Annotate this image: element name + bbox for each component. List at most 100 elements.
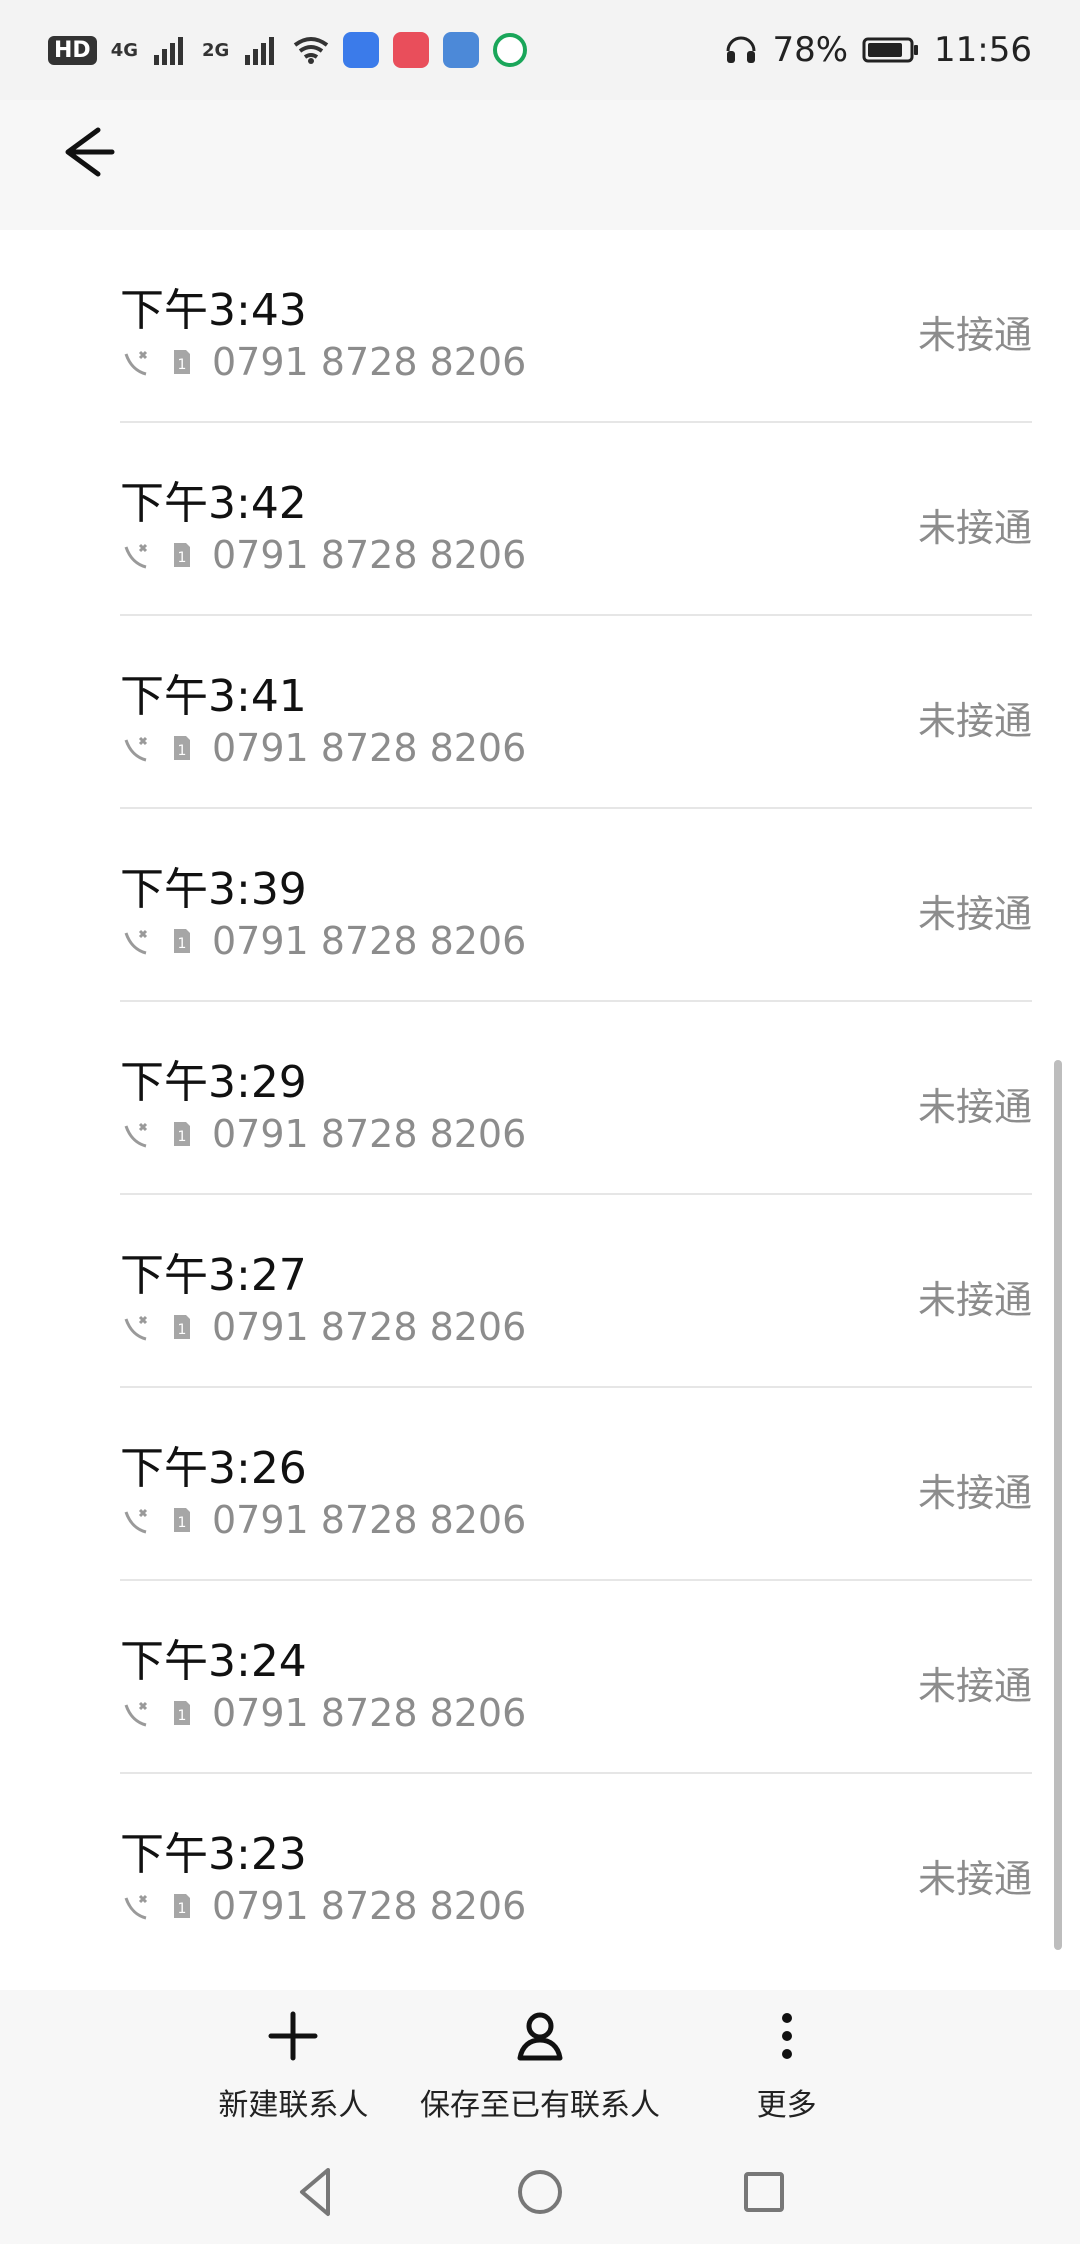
call-log-row[interactable]: 下午3:29 1 0791 8728 8206 未接通 xyxy=(120,1002,1032,1195)
app-notification-icon-3 xyxy=(443,32,480,68)
call-log-row[interactable]: 下午3:23 1 0791 8728 8206 未接通 xyxy=(120,1774,1032,1967)
call-log-list: 下午3:43 1 0791 8728 8206 未接通 下午3:42 1 079… xyxy=(0,230,1080,1967)
call-number: 0791 8728 8206 xyxy=(212,1305,527,1349)
call-time: 下午3:24 xyxy=(120,1636,307,1687)
network-4g-label: 4G xyxy=(110,39,138,61)
call-log-row[interactable]: 下午3:42 1 0791 8728 8206 未接通 xyxy=(120,423,1032,616)
call-status: 未接通 xyxy=(917,1857,1032,1901)
square-recent-icon[interactable] xyxy=(732,2160,796,2224)
svg-text:1: 1 xyxy=(178,357,187,373)
missed-call-icon xyxy=(124,929,148,955)
signal-bars-2-icon xyxy=(245,37,275,65)
missed-call-icon xyxy=(124,1894,148,1920)
sim-1-icon: 1 xyxy=(174,1122,190,1146)
svg-text:1: 1 xyxy=(178,1129,187,1145)
call-meta: 1 0791 8728 8206 xyxy=(120,340,526,384)
triangle-back-icon[interactable] xyxy=(284,2160,348,2224)
missed-call-icon xyxy=(124,1508,148,1534)
call-log-row[interactable]: 下午3:43 1 0791 8728 8206 未接通 xyxy=(120,230,1032,423)
call-time: 下午3:29 xyxy=(120,1057,307,1108)
call-time: 下午3:23 xyxy=(120,1829,307,1880)
sim-1-icon: 1 xyxy=(174,1701,190,1725)
sim-1-icon: 1 xyxy=(174,1508,190,1532)
call-status: 未接通 xyxy=(917,1085,1032,1129)
svg-text:1: 1 xyxy=(178,550,187,566)
call-meta: 1 0791 8728 8206 xyxy=(120,919,526,963)
call-number: 0791 8728 8206 xyxy=(212,1498,527,1542)
call-status: 未接通 xyxy=(917,506,1032,550)
more-button[interactable]: 更多 xyxy=(663,1990,910,2140)
svg-text:1: 1 xyxy=(178,743,187,759)
call-number: 0791 8728 8206 xyxy=(212,1691,527,1735)
save-to-existing-contact-button[interactable]: 保存至已有联系人 xyxy=(417,1990,664,2140)
headset-icon xyxy=(726,36,756,63)
arrow-left-icon[interactable] xyxy=(50,116,122,188)
sim-1-icon: 1 xyxy=(174,1894,190,1918)
circle-home-icon[interactable] xyxy=(508,2160,572,2224)
top-app-bar xyxy=(0,100,1080,230)
bottom-action-bar: 新建联系人 保存至已有联系人 更多 xyxy=(0,1990,1080,2140)
call-time: 下午3:42 xyxy=(120,478,307,529)
app-notification-icon-4 xyxy=(493,33,528,67)
app-notification-icon xyxy=(343,32,380,68)
call-number: 0791 8728 8206 xyxy=(212,533,527,577)
missed-call-icon xyxy=(124,350,148,376)
call-time: 下午3:26 xyxy=(120,1443,307,1494)
status-right: 78% 11:56 xyxy=(724,30,1032,70)
call-status: 未接通 xyxy=(917,699,1032,743)
call-time: 下午3:39 xyxy=(120,864,307,915)
status-bar: HD 4G 2G 78% 11:56 xyxy=(0,0,1080,100)
signal-bars-icon xyxy=(154,37,183,65)
missed-call-icon xyxy=(124,1701,148,1727)
call-log-row[interactable]: 下午3:24 1 0791 8728 8206 未接通 xyxy=(120,1581,1032,1774)
sim-1-icon: 1 xyxy=(174,736,190,760)
new-contact-button[interactable]: 新建联系人 xyxy=(170,1990,417,2140)
call-log-row[interactable]: 下午3:39 1 0791 8728 8206 未接通 xyxy=(120,809,1032,1002)
person-icon xyxy=(517,2012,563,2061)
hd-badge: HD xyxy=(48,35,97,65)
call-log-row[interactable]: 下午3:26 1 0791 8728 8206 未接通 xyxy=(120,1388,1032,1581)
missed-call-icon xyxy=(124,543,148,569)
call-log-row[interactable]: 下午3:27 1 0791 8728 8206 未接通 xyxy=(120,1195,1032,1388)
save-to-existing-label: 保存至已有联系人 xyxy=(420,2088,660,2123)
network-2g-label: 2G xyxy=(202,39,230,61)
call-status: 未接通 xyxy=(917,313,1032,357)
call-meta: 1 0791 8728 8206 xyxy=(120,1884,526,1928)
call-number: 0791 8728 8206 xyxy=(212,1884,527,1928)
call-number: 0791 8728 8206 xyxy=(212,1112,527,1156)
svg-text:1: 1 xyxy=(178,1708,187,1724)
wifi-icon xyxy=(294,37,329,64)
clock: 11:56 xyxy=(934,30,1032,70)
battery-icon xyxy=(862,37,919,63)
plus-icon xyxy=(268,2011,318,2061)
system-navigation-bar xyxy=(0,2140,1080,2244)
svg-text:1: 1 xyxy=(178,1515,187,1531)
call-time: 下午3:43 xyxy=(120,285,307,336)
more-label: 更多 xyxy=(756,2088,817,2123)
battery-percent: 78% xyxy=(772,30,849,70)
svg-text:1: 1 xyxy=(178,936,187,952)
call-status: 未接通 xyxy=(917,1664,1032,1708)
call-log-row[interactable]: 下午3:41 1 0791 8728 8206 未接通 xyxy=(120,616,1032,809)
svg-text:1: 1 xyxy=(178,1901,187,1917)
more-vertical-icon xyxy=(781,2013,792,2059)
sim-1-icon: 1 xyxy=(174,350,190,374)
new-contact-label: 新建联系人 xyxy=(218,2088,369,2123)
call-meta: 1 0791 8728 8206 xyxy=(120,1691,526,1735)
call-number: 0791 8728 8206 xyxy=(212,726,527,770)
missed-call-icon xyxy=(124,736,148,762)
call-meta: 1 0791 8728 8206 xyxy=(120,1498,526,1542)
call-number: 0791 8728 8206 xyxy=(212,340,527,384)
call-meta: 1 0791 8728 8206 xyxy=(120,726,526,770)
call-status: 未接通 xyxy=(917,1471,1032,1515)
call-meta: 1 0791 8728 8206 xyxy=(120,1112,526,1156)
call-meta: 1 0791 8728 8206 xyxy=(120,533,526,577)
status-left: HD 4G 2G xyxy=(48,32,528,68)
missed-call-icon xyxy=(124,1315,148,1341)
call-status: 未接通 xyxy=(917,892,1032,936)
call-meta: 1 0791 8728 8206 xyxy=(120,1305,526,1349)
call-time: 下午3:27 xyxy=(120,1250,307,1301)
call-time: 下午3:41 xyxy=(120,671,307,722)
call-number: 0791 8728 8206 xyxy=(212,919,527,963)
sim-1-icon: 1 xyxy=(174,929,190,953)
